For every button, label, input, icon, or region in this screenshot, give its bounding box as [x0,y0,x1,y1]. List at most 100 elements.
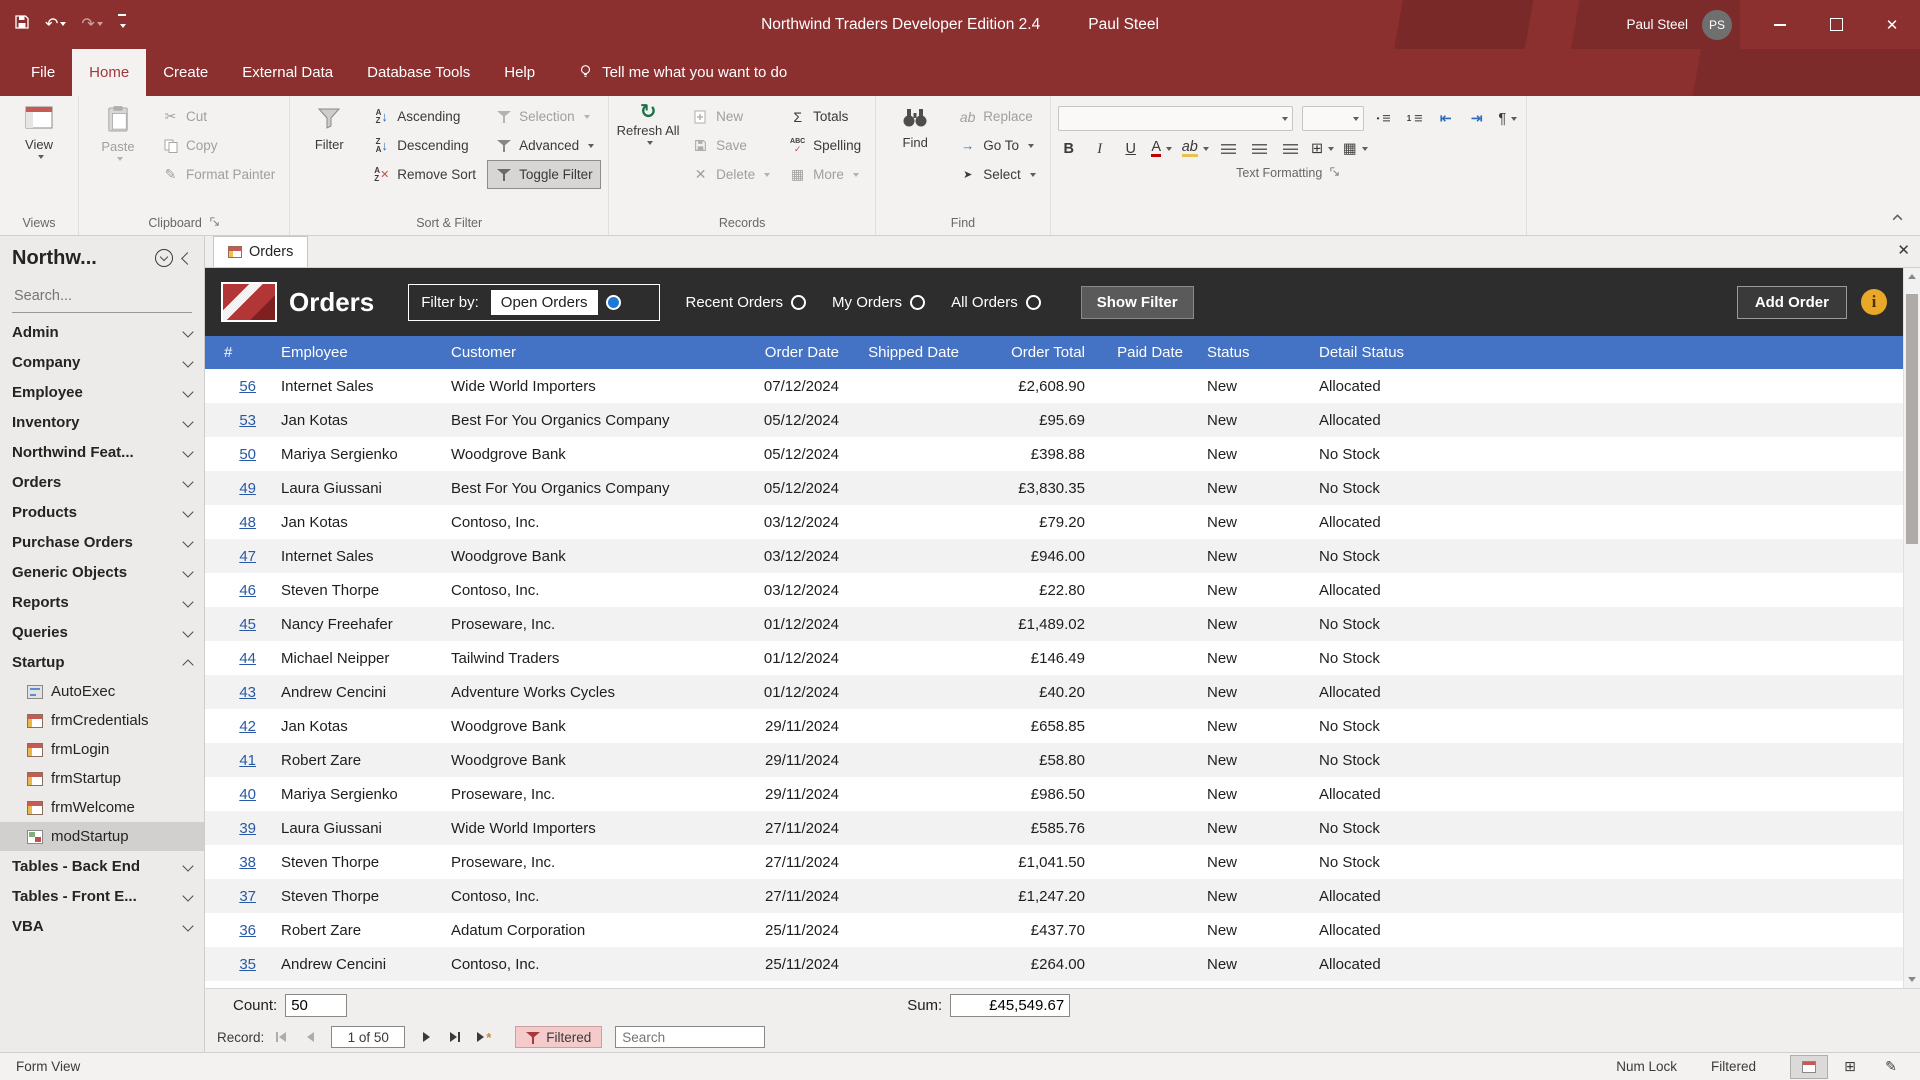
tab-database-tools[interactable]: Database Tools [350,49,487,96]
font-color-button[interactable]: A [1151,137,1173,161]
column-header-order_date[interactable]: Order Date [739,344,851,361]
undo-button[interactable]: ↶ [45,16,67,34]
close-button[interactable]: ✕ [1864,0,1920,49]
radio-selected-icon[interactable] [605,294,621,310]
decrease-indent-button[interactable]: ⇤ [1435,107,1457,131]
tab-home[interactable]: Home [72,49,147,96]
collapse-ribbon-button[interactable] [1891,211,1904,229]
font-size-combo[interactable] [1301,106,1364,131]
scroll-up-button[interactable] [1904,268,1920,285]
tab-create[interactable]: Create [146,49,225,96]
column-header-paid_date[interactable]: Paid Date [1097,344,1195,361]
nav-group-products[interactable]: Products [0,497,204,527]
customize-quick-access-button[interactable] [117,14,126,35]
align-right-button[interactable] [1280,137,1302,161]
nav-group-reports[interactable]: Reports [0,587,204,617]
tab-file[interactable]: File [14,49,72,96]
cell-id[interactable]: 49 [205,480,269,497]
format-painter-button[interactable]: ✎ Format Painter [154,160,282,189]
avatar[interactable]: PS [1702,9,1732,40]
table-row[interactable]: 39 Laura Giussani Wide World Importers 27/1… [205,811,1903,845]
document-tab-orders[interactable]: Orders [213,236,309,267]
nav-group-startup[interactable]: Startup [0,647,204,677]
nav-item-frmcredentials[interactable]: frmCredentials [0,706,204,735]
nav-item-frmlogin[interactable]: frmLogin [0,735,204,764]
column-header-id[interactable]: # [205,344,269,361]
nav-item-frmstartup[interactable]: frmStartup [0,764,204,793]
filtered-indicator[interactable]: Filtered [1711,1059,1756,1074]
cell-id[interactable]: 42 [205,718,269,735]
cell-id[interactable]: 48 [205,514,269,531]
nav-pane-menu-button[interactable] [155,249,173,267]
table-row[interactable]: 50 Mariya Sergienko Woodgrove Bank 05/12/20… [205,437,1903,471]
column-header-shipped_date[interactable]: Shipped Date [851,344,971,361]
filter-option-open-orders[interactable]: Open Orders [490,289,621,315]
next-record-button[interactable] [414,1026,438,1048]
increase-indent-button[interactable]: ⇥ [1466,107,1488,131]
font-name-combo[interactable] [1057,106,1293,131]
view-button[interactable]: View [7,100,71,159]
nav-group-queries[interactable]: Queries [0,617,204,647]
gridlines-button[interactable]: ⊞ [1311,137,1335,161]
nav-group-tables-front-e[interactable]: Tables - Front E... [0,881,204,911]
align-left-button[interactable] [1218,137,1240,161]
table-row[interactable]: 49 Laura Giussani Best For You Organics Co… [205,471,1903,505]
cell-id[interactable]: 37 [205,888,269,905]
italic-button[interactable]: I [1089,137,1111,161]
filter-button[interactable]: Filter [297,100,361,152]
radio-icon[interactable] [910,294,926,310]
shutter-bar-close-button[interactable] [181,251,194,265]
add-order-button[interactable]: Add Order [1736,285,1847,319]
filter-option-my-orders[interactable]: My Orders [832,294,926,311]
table-row[interactable]: 44 Michael Neipper Tailwind Traders 01/12/2… [205,641,1903,675]
cell-id[interactable]: 41 [205,752,269,769]
more-button[interactable]: ▦ More [781,160,868,189]
table-row[interactable]: 42 Jan Kotas Woodgrove Bank 29/11/2024 £658.… [205,709,1903,743]
descending-button[interactable]: Z A ↓ Descending [365,131,483,160]
paragraph-direction-button[interactable]: ¶ [1497,107,1519,131]
advanced-button[interactable]: Advanced [487,131,601,160]
background-color-button[interactable]: ▦ [1343,137,1368,161]
tab-external-data[interactable]: External Data [225,49,350,96]
cell-id[interactable]: 43 [205,684,269,701]
previous-record-button[interactable] [298,1026,322,1048]
toggle-filter-button[interactable]: Toggle Filter [487,160,602,189]
column-header-detail_status[interactable]: Detail Status [1307,344,1903,361]
table-row[interactable]: 38 Steven Thorpe Proseware, Inc. 27/11/2024… [205,845,1903,879]
cell-id[interactable]: 53 [205,412,269,429]
numbering-button[interactable]: 1 ≡ [1404,107,1426,131]
radio-icon[interactable] [1025,294,1041,310]
cell-id[interactable]: 38 [205,854,269,871]
table-row[interactable]: 35 Andrew Cencini Contoso, Inc. 25/11/2024 £… [205,947,1903,981]
last-record-button[interactable] [443,1026,467,1048]
table-row[interactable]: 36 Robert Zare Adatum Corporation 25/11/202… [205,913,1903,947]
table-row[interactable]: 41 Robert Zare Woodgrove Bank 29/11/2024 £58… [205,743,1903,777]
column-header-status[interactable]: Status [1195,344,1307,361]
bold-button[interactable]: B [1058,137,1080,161]
paste-button[interactable]: Paste [86,100,150,161]
count-input[interactable] [285,994,348,1017]
nav-group-employee[interactable]: Employee [0,377,204,407]
copy-button[interactable]: Copy [154,131,282,160]
sum-input[interactable] [950,994,1071,1017]
radio-icon[interactable] [791,294,807,310]
replace-button[interactable]: ab Replace [951,102,1043,131]
vertical-scrollbar[interactable] [1903,268,1920,988]
save-icon[interactable] [14,14,30,35]
tab-help[interactable]: Help [487,49,552,96]
cell-id[interactable]: 46 [205,582,269,599]
cell-id[interactable]: 36 [205,922,269,939]
nav-group-inventory[interactable]: Inventory [0,407,204,437]
column-header-employee[interactable]: Employee [269,344,439,361]
scroll-down-button[interactable] [1904,971,1920,988]
dialog-launcher-icon[interactable] [1329,166,1340,180]
nav-group-vba[interactable]: VBA [0,911,204,941]
new-blank-record-button[interactable]: * [472,1026,496,1048]
design-view-button[interactable]: ✎ [1872,1055,1910,1079]
go-to-button[interactable]: → Go To [951,131,1043,160]
column-header-customer[interactable]: Customer [439,344,739,361]
nav-item-frmwelcome[interactable]: frmWelcome [0,793,204,822]
record-search-input[interactable] [615,1026,766,1048]
delete-record-button[interactable]: ✕ Delete [684,160,777,189]
redo-button[interactable]: ↷ [81,16,103,34]
